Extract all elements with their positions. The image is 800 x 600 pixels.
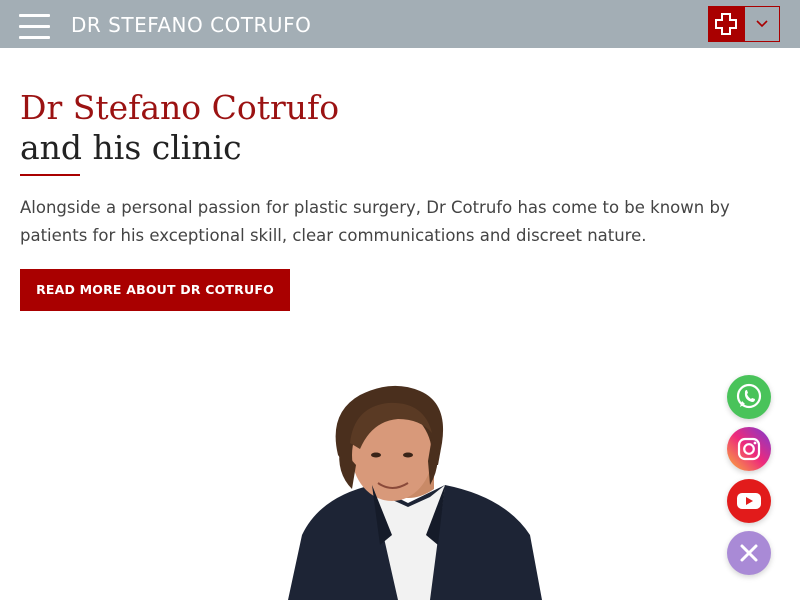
whatsapp-icon [736,383,762,409]
instagram-icon [737,437,761,461]
page-title-line2: and his clinic [20,128,242,167]
hamburger-bar [19,36,50,39]
title-underline [20,174,80,176]
hamburger-bar [19,25,50,28]
intro-paragraph: Alongside a personal passion for plastic… [20,198,730,245]
hamburger-bar [19,14,50,17]
read-more-button[interactable]: READ MORE ABOUT DR COTRUFO [20,269,290,311]
youtube-button[interactable] [727,479,771,523]
dropdown-toggle-button[interactable] [744,6,780,42]
chevron-down-icon [756,20,768,28]
medical-cross-icon [715,13,737,35]
hamburger-menu-icon[interactable] [19,14,51,40]
youtube-icon [737,493,761,509]
header-controls [708,6,780,42]
close-icon [740,544,758,562]
site-header: DR STEFANO COTRUFO [0,0,800,48]
medical-cross-button[interactable] [708,6,744,42]
whatsapp-button[interactable] [727,375,771,419]
page-title-line1: Dr Stefano Cotrufo [20,88,340,127]
site-brand[interactable]: DR STEFANO COTRUFO [71,13,311,37]
instagram-button[interactable] [727,427,771,471]
doctor-portrait-image [288,385,542,600]
close-social-button[interactable] [727,531,771,575]
